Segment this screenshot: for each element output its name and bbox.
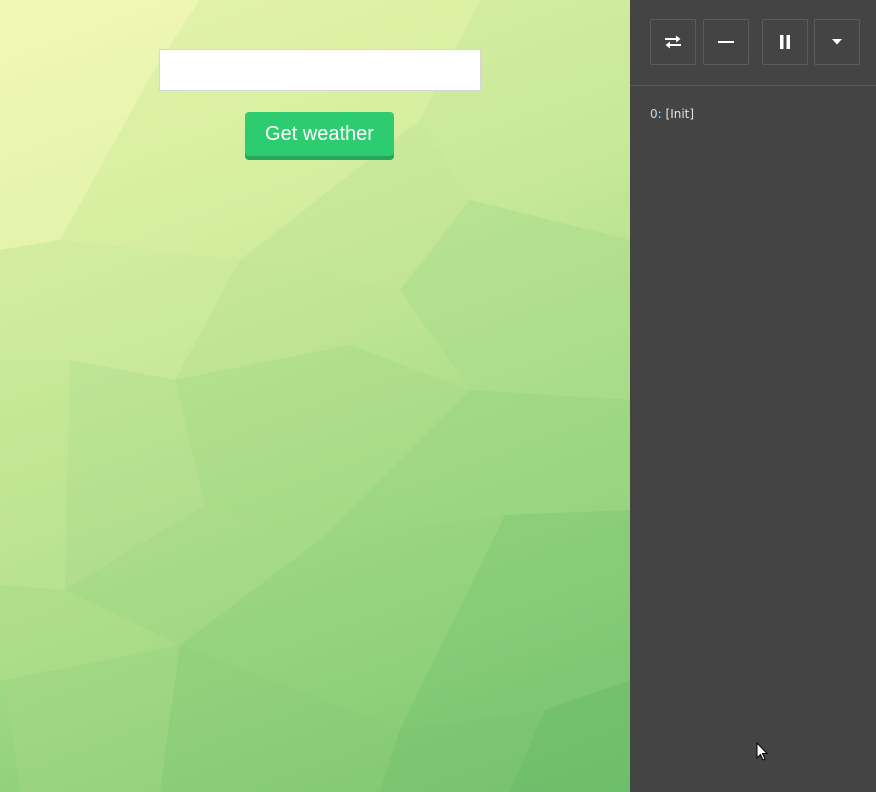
action-log: 0: [Init] bbox=[650, 106, 860, 122]
city-input[interactable] bbox=[159, 49, 481, 91]
weather-app: Get weather bbox=[0, 0, 630, 792]
devtools-panel: 0: [Init] bbox=[630, 0, 876, 792]
log-entry-action: [Init] bbox=[665, 107, 695, 121]
minus-icon bbox=[718, 41, 734, 43]
log-entry-index: 0: bbox=[650, 107, 662, 121]
more-options-button[interactable] bbox=[814, 19, 860, 65]
devtools-toolbar bbox=[630, 0, 876, 86]
caret-down-icon bbox=[832, 39, 842, 45]
log-entry[interactable]: 0: [Init] bbox=[650, 106, 860, 122]
minimize-button[interactable] bbox=[703, 19, 749, 65]
swap-position-button[interactable] bbox=[650, 19, 696, 65]
swap-arrows-icon bbox=[665, 35, 681, 49]
get-weather-button[interactable]: Get weather bbox=[245, 112, 394, 160]
screen: Get weather 0: [Init] bbox=[0, 0, 876, 792]
pause-button[interactable] bbox=[762, 19, 808, 65]
pause-icon bbox=[780, 35, 790, 49]
